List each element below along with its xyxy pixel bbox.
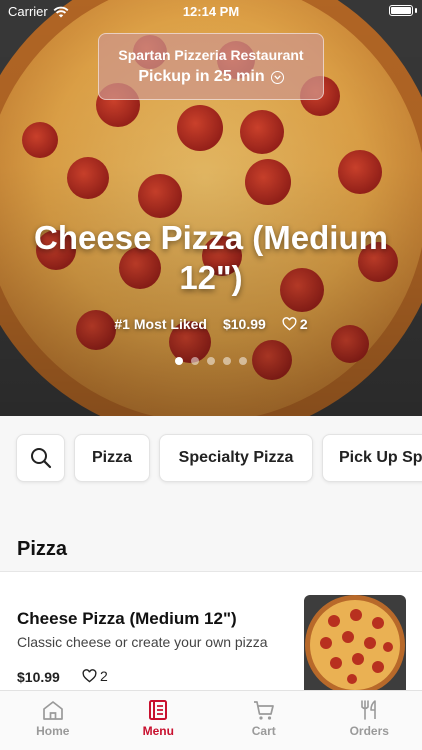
- section-title: Pizza: [17, 538, 68, 560]
- menu-item-image: [304, 595, 406, 690]
- tab-bar: Home Menu Cart Orders: [0, 690, 422, 750]
- category-bar: Pizza Specialty Pizza Pick Up Sp: [0, 416, 422, 502]
- tab-cart[interactable]: Cart: [211, 691, 317, 750]
- pickup-time: Pickup in 25 min: [99, 68, 323, 86]
- tab-orders[interactable]: Orders: [317, 691, 422, 750]
- carousel-dots[interactable]: [0, 357, 422, 365]
- tab-cart-label: Cart: [251, 724, 276, 738]
- featured-badge: #1 Most Liked: [114, 316, 207, 332]
- menu-item[interactable]: Cheese Pizza (Medium 12") Classic cheese…: [0, 572, 422, 690]
- cart-icon: [253, 701, 274, 720]
- category-pick-up[interactable]: Pick Up Sp: [322, 434, 422, 482]
- battery-tip: [415, 8, 417, 13]
- search-button[interactable]: [16, 434, 65, 482]
- tab-home[interactable]: Home: [0, 691, 106, 750]
- category-pizza[interactable]: Pizza: [74, 434, 150, 482]
- status-time: 12:14 PM: [182, 4, 240, 19]
- featured-likes-count: 2: [299, 316, 308, 332]
- status-bar: Carrier 12:14 PM: [0, 0, 422, 22]
- featured-price: $10.99: [222, 316, 266, 332]
- heart-icon: [82, 669, 97, 683]
- carousel-dot[interactable]: [207, 357, 215, 365]
- featured-likes[interactable]: 2: [282, 316, 308, 332]
- home-icon: [42, 701, 63, 720]
- tab-home-label: Home: [36, 724, 70, 738]
- carousel-dot[interactable]: [223, 357, 231, 365]
- menu-item-likes[interactable]: 2: [82, 668, 108, 684]
- menu-item-name: Cheese Pizza (Medium 12"): [17, 609, 237, 628]
- carousel-dot[interactable]: [191, 357, 199, 365]
- category-specialty-pizza[interactable]: Specialty Pizza: [159, 434, 313, 482]
- menu-icon: [149, 700, 168, 720]
- search-icon: [30, 448, 51, 469]
- restaurant-name: Spartan Pizzeria Restaurant: [118, 47, 304, 63]
- hero-banner[interactable]: Carrier 12:14 PM Spartan Pizzeria Restau…: [0, 0, 422, 416]
- menu-item-description: Classic cheese or create your own pizza: [17, 634, 268, 650]
- carousel-dot[interactable]: [175, 357, 183, 365]
- battery-icon: [389, 5, 413, 16]
- heart-icon: [282, 317, 297, 331]
- orders-icon: [361, 700, 377, 720]
- pickup-time-label: Pickup in 25 min: [138, 68, 265, 85]
- menu-item-price: $10.99: [17, 669, 60, 685]
- featured-item-title: Cheese Pizza (Medium 12"): [34, 219, 388, 296]
- menu-item-likes-count: 2: [100, 668, 108, 684]
- chevron-down-icon: [270, 70, 284, 84]
- pickup-selector[interactable]: Spartan Pizzeria Restaurant Pickup in 25…: [98, 33, 324, 100]
- carousel-dot[interactable]: [239, 357, 247, 365]
- featured-item-meta: #1 Most Liked $10.99 2: [0, 316, 422, 332]
- tab-menu-label: Menu: [142, 724, 174, 738]
- tab-menu[interactable]: Menu: [106, 691, 212, 750]
- tab-orders-label: Orders: [349, 724, 389, 738]
